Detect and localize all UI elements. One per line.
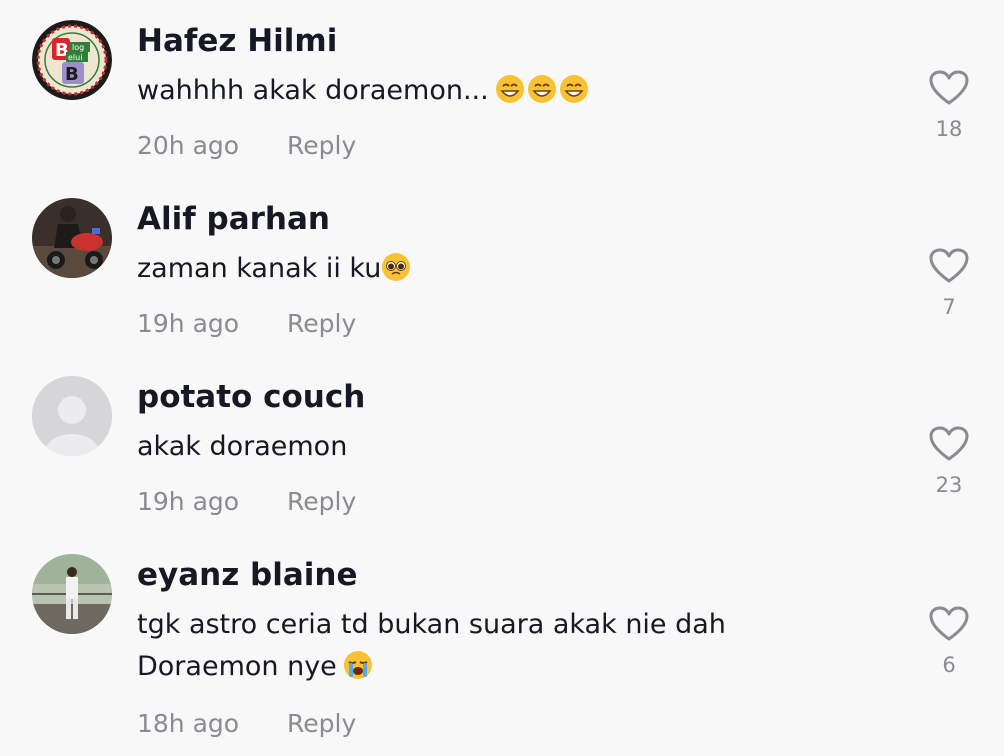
like-button[interactable]: 23	[924, 426, 974, 498]
comment-item: B log elui B Hafez Hilmi wahhhh akak dor…	[0, 0, 1004, 178]
grinning-face-emoji-icon	[495, 75, 524, 103]
reply-button[interactable]: Reply	[287, 484, 356, 520]
reply-button[interactable]: Reply	[287, 306, 356, 342]
like-count: 6	[942, 653, 956, 677]
user-photo-avatar-icon	[32, 554, 112, 634]
comment-username[interactable]: Alif parhan	[137, 198, 330, 240]
comment-text-content: akak doraemon	[137, 431, 348, 462]
grinning-face-emoji-icon	[527, 75, 556, 103]
like-count: 7	[942, 295, 956, 319]
like-count: 18	[935, 117, 963, 141]
reply-button[interactable]: Reply	[287, 706, 356, 742]
heart-outline-icon	[929, 606, 969, 641]
comment-timestamp: 18h ago	[137, 709, 240, 738]
comment-list: B log elui B Hafez Hilmi wahhhh akak dor…	[0, 0, 1004, 756]
blog-logo-avatar-icon: B log elui B	[32, 20, 112, 100]
comment-text-content: tgk astro ceria td bukan suara akak nie …	[137, 609, 726, 682]
comment-text: zaman kanak ii ku	[137, 248, 837, 290]
comment-meta: 18h ago Reply	[137, 706, 356, 742]
comment-text: akak doraemon	[137, 426, 837, 468]
svg-text:elui: elui	[68, 53, 82, 62]
comment-username[interactable]: eyanz blaine	[137, 554, 358, 596]
comment-text: wahhhh akak doraemon...	[137, 70, 837, 112]
heart-outline-icon	[929, 70, 969, 105]
like-button[interactable]: 18	[924, 70, 974, 142]
avatar[interactable]	[32, 198, 112, 278]
comment-text: tgk astro ceria td bukan suara akak nie …	[137, 604, 837, 688]
svg-text:B: B	[65, 64, 79, 85]
like-count: 23	[935, 473, 963, 497]
loudly-crying-face-emoji-icon	[343, 651, 372, 679]
user-photo-avatar-icon	[32, 198, 112, 278]
like-button[interactable]: 7	[924, 248, 974, 320]
emoji-row	[381, 252, 413, 282]
comment-item: Alif parhan zaman kanak ii ku 19h ago Rep…	[0, 178, 1004, 356]
emoji-row	[495, 74, 591, 104]
reply-button[interactable]: Reply	[287, 128, 356, 164]
comment-meta: 20h ago Reply	[137, 128, 356, 164]
default-user-avatar-icon	[32, 376, 112, 456]
comment-username[interactable]: potato couch	[137, 376, 365, 418]
comment-meta: 19h ago Reply	[137, 484, 356, 520]
emoji-row	[343, 650, 375, 680]
comment-meta: 19h ago Reply	[137, 306, 356, 342]
svg-text:log: log	[72, 43, 84, 52]
like-button[interactable]: 6	[924, 606, 974, 678]
comment-timestamp: 19h ago	[137, 309, 240, 338]
heart-outline-icon	[929, 426, 969, 461]
avatar[interactable]	[32, 376, 112, 456]
comment-item: eyanz blaine tgk astro ceria td bukan su…	[0, 534, 1004, 756]
comment-text-content: zaman kanak ii ku	[137, 253, 382, 284]
grinning-face-emoji-icon	[559, 75, 588, 103]
heart-outline-icon	[929, 248, 969, 283]
comment-username[interactable]: Hafez Hilmi	[137, 20, 337, 62]
comment-item: potato couch akak doraemon 19h ago Reply …	[0, 356, 1004, 534]
avatar[interactable]	[32, 554, 112, 634]
comment-timestamp: 19h ago	[137, 487, 240, 516]
avatar[interactable]: B log elui B	[32, 20, 112, 100]
pleading-face-emoji-icon	[382, 253, 411, 281]
comment-timestamp: 20h ago	[137, 131, 240, 160]
comment-text-content: wahhhh akak doraemon...	[137, 75, 489, 106]
